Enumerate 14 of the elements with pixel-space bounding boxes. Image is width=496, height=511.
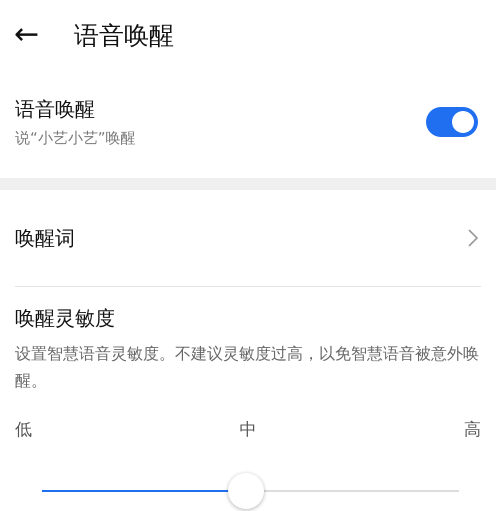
toggle-switch[interactable]: [426, 107, 478, 137]
wake-word-row[interactable]: 唤醒词: [0, 190, 496, 286]
chevron-right-icon: [468, 229, 478, 247]
page-title: 语音唤醒: [74, 20, 174, 52]
back-button[interactable]: ←: [14, 20, 62, 50]
setting-title: 语音唤醒: [15, 96, 96, 123]
slider-label: 低: [15, 419, 32, 441]
slider-label: 中: [240, 419, 256, 441]
slider-thumb[interactable]: [228, 473, 264, 509]
sensitivity-slider[interactable]: [42, 471, 459, 511]
slider-label: 高: [464, 419, 481, 441]
setting-title: 唤醒灵敏度: [15, 305, 116, 332]
setting-description: 设置智慧语音灵敏度。不建议灵敏度过高，以免智慧语音被意外唤醒。: [15, 343, 480, 392]
setting-subtitle: 说“小艺小艺”唤醒: [15, 129, 136, 148]
